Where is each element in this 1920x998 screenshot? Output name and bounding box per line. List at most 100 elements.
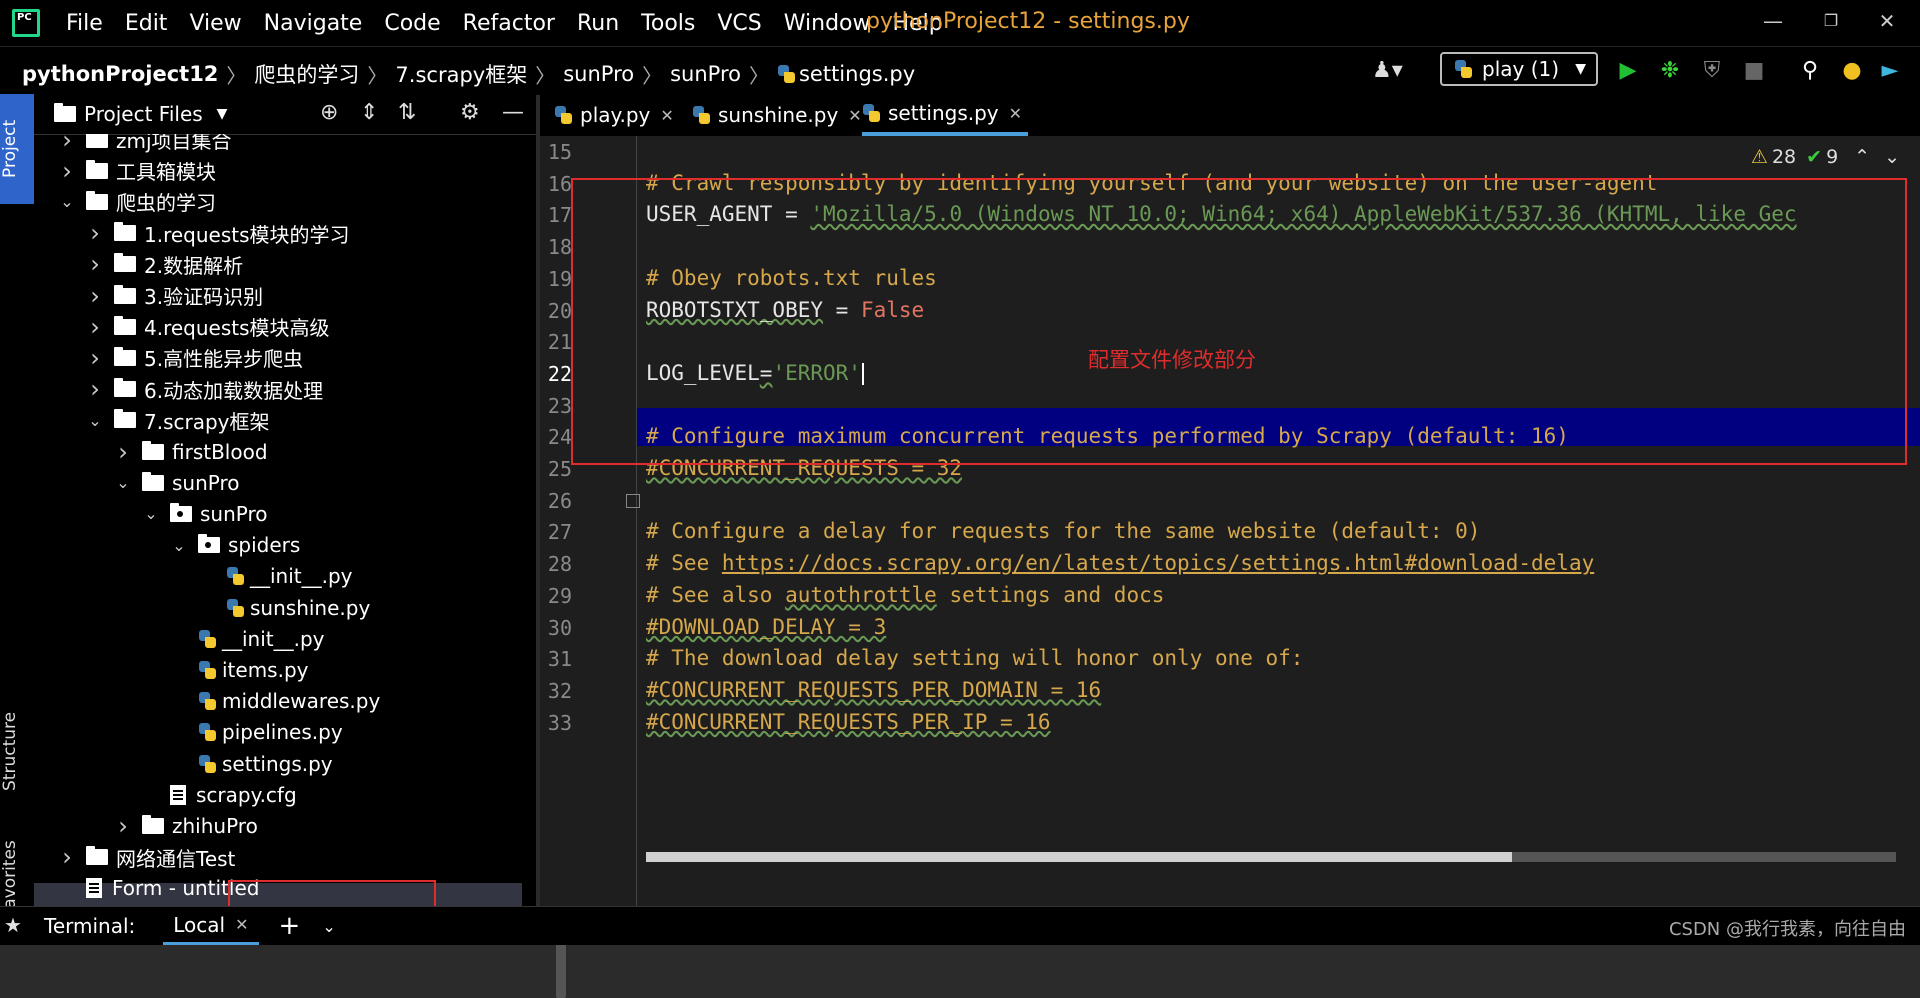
tree-item[interactable]: › 3.验证码识别 [34, 280, 522, 311]
tree-item[interactable]: ⌄ spiders [34, 530, 522, 561]
previous-highlight-icon[interactable]: ⌃ [1854, 146, 1870, 168]
chevron-right-icon[interactable]: › [84, 219, 106, 247]
chevron-down-icon[interactable]: ▼ [217, 106, 228, 122]
tree-item[interactable]: › zmj项目集合 [34, 134, 522, 155]
next-highlight-icon[interactable]: ⌄ [1884, 146, 1900, 168]
menu-tools[interactable]: Tools [641, 11, 695, 36]
tree-item[interactable]: › 4.requests模块高级 [34, 311, 522, 342]
chevron-down-icon[interactable]: ⌄ [56, 192, 78, 211]
code-line[interactable]: # See https://docs.scrapy.org/en/latest/… [646, 551, 1594, 575]
tab-sunshine-py[interactable]: sunshine.py ✕ [692, 94, 862, 136]
chevron-down-icon[interactable]: ⌄ [112, 473, 134, 492]
code-line[interactable]: # Configure a delay for requests for the… [646, 519, 1480, 543]
menu-vcs[interactable]: VCS [717, 11, 761, 36]
menu-file[interactable]: File [66, 11, 103, 36]
tree-item[interactable]: pipelines.py [34, 717, 522, 748]
code-link[interactable]: https://docs.scrapy.org/en/latest/topics… [722, 551, 1594, 575]
user-icon[interactable]: ♟▾ [1372, 57, 1403, 85]
tree-item[interactable]: ⌄ 爬虫的学习 [34, 186, 522, 217]
menu-code[interactable]: Code [384, 11, 440, 36]
chevron-right-icon[interactable]: › [56, 157, 78, 185]
breadcrumb-item[interactable]: sunPro [670, 62, 741, 86]
tree-item[interactable]: › 2.数据解析 [34, 249, 522, 280]
add-icon[interactable]: + [279, 911, 301, 941]
close-icon[interactable]: ✕ [235, 915, 248, 934]
minimize-icon[interactable]: — [1758, 6, 1788, 36]
tree-item[interactable]: settings.py [34, 748, 522, 779]
chevron-down-icon[interactable]: ⌄ [140, 504, 162, 523]
tree-item[interactable]: sunshine.py [34, 592, 522, 623]
tree-item[interactable]: › zhihuPro [34, 810, 522, 841]
breadcrumb-item[interactable]: settings.py [799, 62, 915, 86]
chevron-right-icon[interactable]: › [84, 344, 106, 372]
chevron-right-icon[interactable]: › [84, 313, 106, 341]
collapse-all-icon[interactable]: ⇅ [398, 100, 416, 125]
horizontal-scrollbar-thumb[interactable] [1512, 852, 1896, 862]
hide-panel-icon[interactable]: — [502, 100, 524, 125]
chevron-right-icon[interactable]: › [84, 375, 106, 403]
project-view-selector[interactable]: Project Files [84, 102, 203, 126]
fold-icon[interactable] [626, 494, 640, 508]
close-icon[interactable]: ✕ [848, 106, 861, 125]
run-icon[interactable]: ▶ [1614, 57, 1642, 85]
locate-icon[interactable]: ⊕ [320, 100, 338, 125]
close-icon[interactable]: ✕ [1009, 104, 1022, 123]
menu-view[interactable]: View [189, 11, 241, 36]
code-line[interactable]: #CONCURRENT_REQUESTS_PER_IP = 16 [646, 710, 1051, 734]
breadcrumb-item[interactable]: pythonProject12 [22, 62, 218, 86]
search-icon[interactable]: ⚲ [1796, 57, 1824, 85]
tree-item[interactable]: › 网络通信Test [34, 842, 522, 873]
tree-item[interactable]: __init__.py [34, 623, 522, 654]
restore-icon[interactable]: ❐ [1816, 6, 1846, 36]
tree-item[interactable]: __init__.py [34, 561, 522, 592]
close-window-icon[interactable]: ✕ [1872, 6, 1902, 36]
code-line[interactable]: #DOWNLOAD_DELAY = 3 [646, 615, 886, 639]
project-tool-tab[interactable]: Project [0, 94, 34, 204]
stop-icon[interactable]: ■ [1740, 57, 1768, 85]
menu-refactor[interactable]: Refactor [463, 11, 555, 36]
close-icon[interactable]: ✕ [660, 106, 673, 125]
tree-item[interactable]: › firstBlood [34, 436, 522, 467]
chevron-right-icon[interactable]: › [84, 250, 106, 278]
code-editor[interactable]: 15 16 17 18 19 20 21 22 23 24 25 26 27 28 29 30 31 32 33 #… [540, 136, 1920, 906]
breadcrumb-item[interactable]: 爬虫的学习 [254, 59, 359, 89]
menu-window[interactable]: Window [784, 11, 871, 36]
inspection-widget[interactable]: ⚠ 28 ✔ 9 ⌃ ⌄ [1751, 146, 1900, 168]
plugin-icon[interactable]: ► [1876, 57, 1904, 85]
code-line[interactable]: # See also autothrottle settings and doc… [646, 583, 1164, 607]
breadcrumb-item[interactable]: 7.scrapy框架 [395, 59, 527, 89]
chevron-right-icon[interactable]: › [56, 843, 78, 871]
code-line[interactable]: # The download delay setting will honor … [646, 646, 1303, 670]
expand-all-icon[interactable]: ⇕ [360, 100, 378, 125]
tree-item[interactable]: ⌄ sunPro [34, 498, 522, 529]
menu-edit[interactable]: Edit [125, 11, 168, 36]
menu-navigate[interactable]: Navigate [264, 11, 363, 36]
tree-item[interactable]: ⌄ sunPro [34, 467, 522, 498]
tree-item[interactable]: middlewares.py [34, 686, 522, 717]
breadcrumb-item[interactable]: sunPro [563, 62, 634, 86]
chevron-right-icon[interactable]: › [112, 812, 134, 840]
chevron-down-icon[interactable]: ⌄ [84, 411, 106, 430]
chevron-down-icon[interactable]: ⌄ [168, 536, 190, 555]
menu-run[interactable]: Run [577, 11, 619, 36]
terminal-tab-local[interactable]: Local ✕ [163, 907, 259, 945]
tree-item[interactable]: ⌄ 7.scrapy框架 [34, 405, 522, 436]
debug-icon[interactable]: ❉ [1656, 57, 1684, 85]
chevron-right-icon[interactable]: › [112, 438, 134, 466]
tree-item[interactable]: scrapy.cfg [34, 779, 522, 810]
tree-item[interactable]: › 6.动态加载数据处理 [34, 374, 522, 405]
code-line[interactable]: #CONCURRENT_REQUESTS_PER_DOMAIN = 16 [646, 678, 1101, 702]
coverage-icon[interactable]: ⛨ [1698, 57, 1726, 85]
tab-settings-py[interactable]: settings.py ✕ [862, 94, 1029, 136]
chevron-down-icon[interactable]: ⌄ [322, 917, 335, 936]
tree-item[interactable]: › 工具箱模块 [34, 155, 522, 186]
gear-icon[interactable]: ⚙ [460, 100, 480, 125]
structure-tool-tab[interactable]: Structure [0, 696, 34, 806]
tree-item[interactable]: › 5.高性能异步爬虫 [34, 342, 522, 373]
update-icon[interactable]: ● [1838, 57, 1866, 85]
tree-item[interactable]: items.py [34, 654, 522, 685]
tree-item[interactable]: › 1.requests模块的学习 [34, 218, 522, 249]
chevron-right-icon[interactable]: › [84, 282, 106, 310]
run-configuration-select[interactable]: play (1) ▼ [1440, 52, 1598, 86]
tab-play-py[interactable]: play.py ✕ [554, 94, 674, 136]
